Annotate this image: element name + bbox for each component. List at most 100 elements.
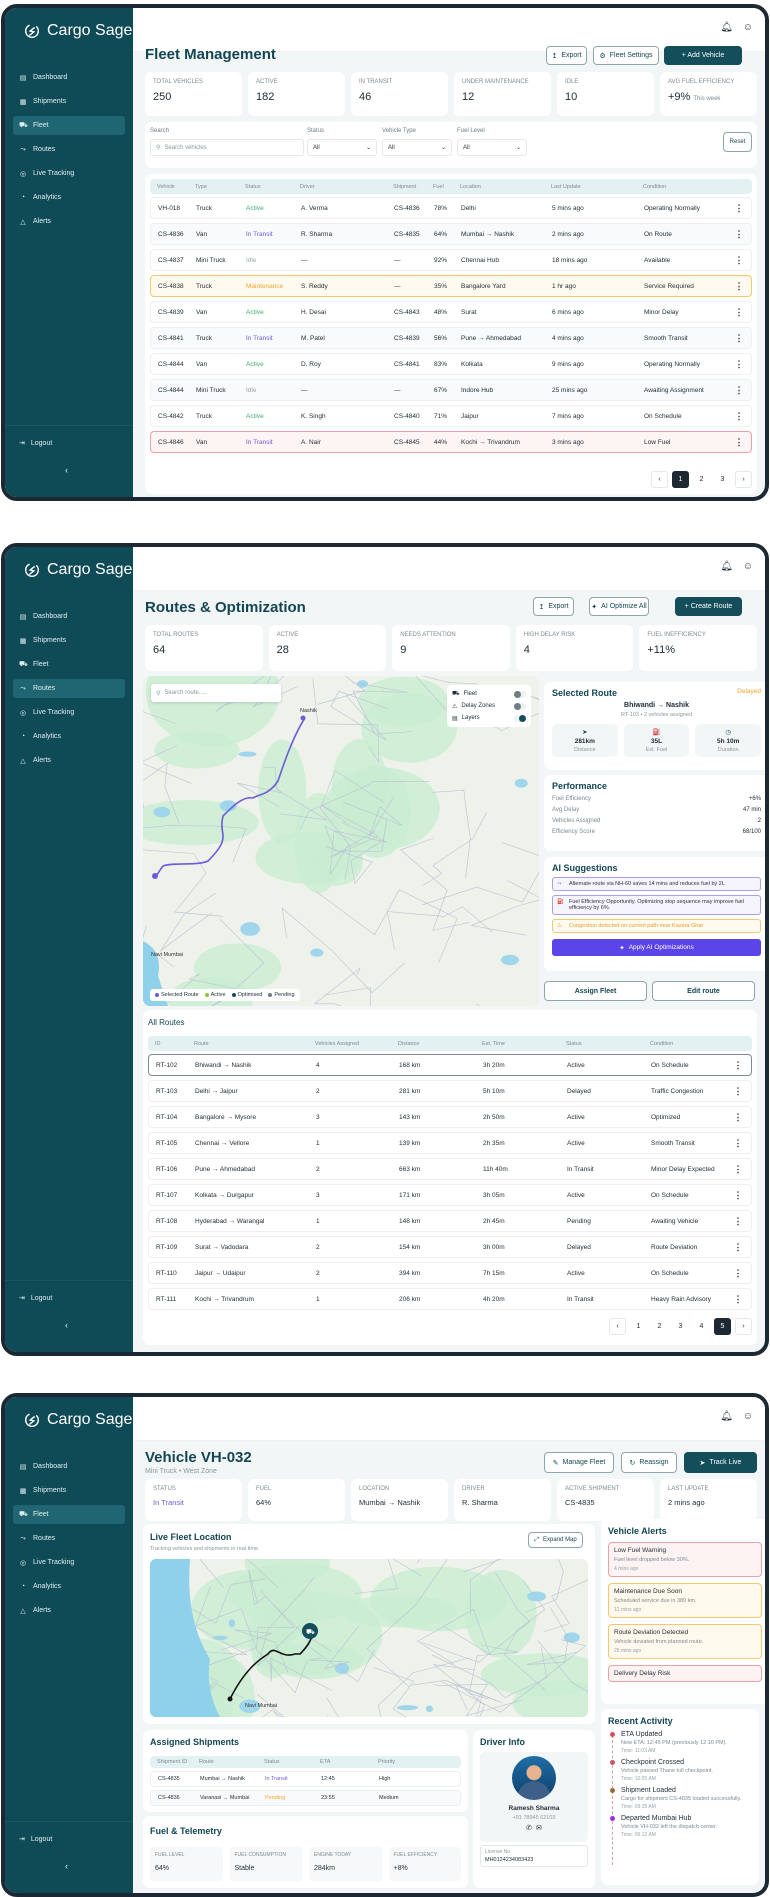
sidebar-item-dashboard[interactable]: ▤ Dashboard xyxy=(13,68,125,87)
logout-button[interactable]: ⇥ Logout xyxy=(19,439,52,448)
previous-page-button[interactable]: ‹ xyxy=(651,471,668,488)
sidebar-item-live-tracking[interactable]: ◎ Live Tracking xyxy=(13,1553,125,1572)
table-row[interactable]: RT-106 Pune → Ahmedabad 2 663 km 11h 40m In T… xyxy=(148,1158,752,1180)
table-row[interactable]: VH-018 Truck Active A. Verma CS-4836 78% Delhi… xyxy=(150,197,752,219)
sidebar-item-routes[interactable]: ⤳ Routes xyxy=(13,1529,125,1548)
more-options-icon[interactable]: ⋮ xyxy=(725,1086,751,1097)
table-row[interactable]: CS-4846 Van In Transit A. Nair CS-4845 44% Koc… xyxy=(150,431,752,453)
search-input[interactable]: ⚲ Search vehicles xyxy=(150,139,304,156)
page-button[interactable]: 2 xyxy=(693,471,710,488)
table-row[interactable]: RT-105 Chennai → Vellore 1 139 km 2h 35m Acti… xyxy=(148,1132,752,1154)
ai-suggestion[interactable]: ⛽ Fuel Efficiency Opportunity. Optimizing… xyxy=(552,895,761,915)
app-logo[interactable]: Cargo Sage xyxy=(23,1411,132,1429)
vehicle-type-select[interactable]: All ⌄ xyxy=(382,139,452,156)
sidebar-item-fleet[interactable]: ⛟ Fleet xyxy=(13,116,125,135)
toggle-switch[interactable] xyxy=(514,690,526,698)
sidebar-item-routes[interactable]: ⤳ Routes xyxy=(13,679,125,698)
next-page-button[interactable]: › xyxy=(735,1318,752,1335)
export-button[interactable]: ↥ Export xyxy=(533,597,574,616)
phone-icon[interactable]: ✆ xyxy=(526,1825,532,1832)
more-options-icon[interactable]: ⋮ xyxy=(725,1242,751,1253)
layer-toggle-layers[interactable]: ▤ Layers xyxy=(452,712,526,724)
column-header[interactable]: Vehicle xyxy=(157,184,195,190)
expand-map-button[interactable]: ⤢ Expand Map xyxy=(528,1532,583,1548)
notification-bell-icon[interactable]: 🔔︎ xyxy=(720,22,733,33)
sidebar-item-shipments[interactable]: ▦ Shipments xyxy=(13,92,125,111)
logout-button[interactable]: ⇥ Logout xyxy=(19,1294,52,1303)
more-options-icon[interactable]: ⋮ xyxy=(725,1060,751,1071)
toggle-switch[interactable] xyxy=(514,702,526,710)
route-map[interactable]: Nashik Navi Mumbai ⚲ Search route..... ⛟ Fl… xyxy=(143,676,539,1006)
column-header[interactable]: Last Update xyxy=(551,184,643,190)
fuel-level-select[interactable]: All ⌄ xyxy=(457,139,527,156)
layer-toggle-fleet[interactable]: ⛟ Fleet xyxy=(452,688,526,700)
sidebar-item-dashboard[interactable]: ▤ Dashboard xyxy=(13,607,125,626)
more-options-icon[interactable]: ⋮ xyxy=(725,1164,751,1175)
table-row[interactable]: CS-4842 Truck Active K. Singh CS-4840 71% Jaip… xyxy=(150,405,752,427)
page-button[interactable]: 4 xyxy=(693,1318,710,1335)
sidebar-item-analytics[interactable]: ◔ Analytics xyxy=(13,188,125,207)
previous-page-button[interactable]: ‹ xyxy=(609,1318,626,1335)
sidebar-item-alerts[interactable]: △ Alerts xyxy=(13,751,125,770)
collapse-sidebar-button[interactable]: ‹ xyxy=(65,1320,68,1330)
table-row[interactable]: RT-104 Bangalore → Mysore 3 143 km 2h 50m Act… xyxy=(148,1106,752,1128)
more-options-icon[interactable]: ⋮ xyxy=(725,1216,751,1227)
table-row[interactable]: RT-107 Kolkata → Durgapur 3 171 km 3h 05m Act… xyxy=(148,1184,752,1206)
ai-suggestion[interactable]: ⤳ Alternate route via NH-60 saves 14 mins… xyxy=(552,877,761,891)
column-header[interactable]: Driver xyxy=(300,184,393,190)
sidebar-item-fleet[interactable]: ⛟ Fleet xyxy=(13,655,125,674)
more-options-icon[interactable]: ⋮ xyxy=(725,1112,751,1123)
user-icon[interactable]: ☺ xyxy=(743,1411,753,1422)
more-options-icon[interactable]: ⋮ xyxy=(727,333,751,344)
column-header[interactable]: Shipment xyxy=(393,184,433,190)
live-map[interactable]: ⛟ Navi Mumbai xyxy=(150,1559,588,1717)
status-select[interactable]: All ⌄ xyxy=(307,139,377,156)
sidebar-item-fleet[interactable]: ⛟ Fleet xyxy=(13,1505,125,1524)
page-button[interactable]: 3 xyxy=(714,471,731,488)
page-button[interactable]: 3 xyxy=(672,1318,689,1335)
toggle-switch[interactable] xyxy=(514,714,526,722)
more-options-icon[interactable]: ⋮ xyxy=(727,411,751,422)
table-row[interactable]: RT-103 Delhi → Jaipur 2 281 km 5h 10m Delayed… xyxy=(148,1080,752,1102)
more-options-icon[interactable]: ⋮ xyxy=(727,203,751,214)
column-header[interactable]: Type xyxy=(195,184,245,190)
sidebar-item-live-tracking[interactable]: ◎ Live Tracking xyxy=(13,703,125,722)
table-row[interactable]: CS-4844 Van Active D. Roy CS-4841 83% Kolkata 9… xyxy=(150,353,752,375)
sidebar-item-shipments[interactable]: ▦ Shipments xyxy=(13,1481,125,1500)
apply-ai-optimizations-button[interactable]: ✦ Apply AI Optimizations xyxy=(552,939,761,956)
more-options-icon[interactable]: ⋮ xyxy=(727,385,751,396)
table-row[interactable]: RT-109 Surat → Vadodara 2 154 km 3h 00m Delay… xyxy=(148,1236,752,1258)
logout-button[interactable]: ⇥ Logout xyxy=(19,1835,52,1844)
sidebar-item-routes[interactable]: ⤳ Routes xyxy=(13,140,125,159)
sidebar-item-analytics[interactable]: ◔ Analytics xyxy=(13,727,125,746)
alert-item[interactable]: Maintenance Due Soon Scheduled service du… xyxy=(608,1583,762,1618)
user-icon[interactable]: ☺ xyxy=(743,561,753,572)
more-options-icon[interactable]: ⋮ xyxy=(725,1138,751,1149)
sidebar-item-alerts[interactable]: △ Alerts xyxy=(13,212,125,231)
column-header[interactable]: Status xyxy=(245,184,300,190)
table-row[interactable]: RT-110 Jaipur → Udaipur 2 394 km 7h 15m Activ… xyxy=(148,1262,752,1284)
table-row[interactable]: CS-4836 Varanasi → Mumbai Pending 23:55 Medi… xyxy=(150,1790,461,1806)
table-row[interactable]: RT-102 Bhiwandi → Nashik 4 168 km 3h 20m Acti… xyxy=(148,1054,752,1076)
page-button[interactable]: 2 xyxy=(651,1318,668,1335)
track-live-button[interactable]: ➤ Track Live xyxy=(684,1452,757,1473)
table-row[interactable]: CS-4841 Truck In Transit M. Patel CS-4839 56%… xyxy=(150,327,752,349)
create-route-button[interactable]: + Create Route xyxy=(675,597,742,616)
user-icon[interactable]: ☺ xyxy=(743,22,753,33)
export-button[interactable]: ↥ Export xyxy=(546,46,587,65)
sidebar-item-analytics[interactable]: ◔ Analytics xyxy=(13,1577,125,1596)
app-logo[interactable]: Cargo Sage xyxy=(23,561,132,579)
sidebar-item-dashboard[interactable]: ▤ Dashboard xyxy=(13,1457,125,1476)
sidebar-item-alerts[interactable]: △ Alerts xyxy=(13,1601,125,1620)
assign-fleet-button[interactable]: Assign Fleet xyxy=(544,981,647,1001)
more-options-icon[interactable]: ⋮ xyxy=(725,1268,751,1279)
more-options-icon[interactable]: ⋮ xyxy=(727,255,751,266)
column-header[interactable]: Location xyxy=(460,184,551,190)
table-row[interactable]: RT-111 Kochi → Trivandrum 1 206 km 4h 20m In … xyxy=(148,1288,752,1310)
column-header[interactable]: Route xyxy=(194,1041,315,1047)
table-row[interactable]: RT-108 Hyderabad → Warangal 1 148 km 2h 45m P… xyxy=(148,1210,752,1232)
ai-optimize-all-button[interactable]: ✦ AI Optimize All xyxy=(589,597,649,616)
alert-item[interactable]: Low Fuel Warning Fuel level dropped below… xyxy=(608,1542,762,1577)
layer-toggle-delay-zones[interactable]: ⚠ Delay Zones xyxy=(452,700,526,712)
alert-item[interactable]: Route Deviation Detected Vehicle deviated… xyxy=(608,1624,762,1659)
